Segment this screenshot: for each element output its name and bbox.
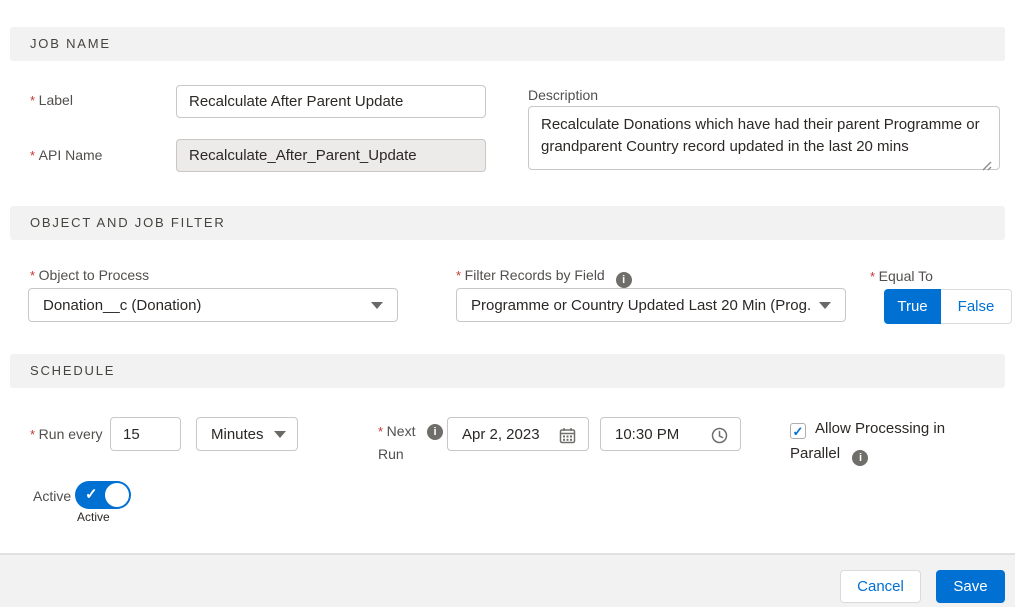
job-config-form: JOB NAME Label API Name Description Reca…: [0, 0, 1015, 607]
filter-records-value: Programme or Country Updated Last 20 Min…: [471, 297, 811, 314]
info-icon[interactable]: i: [852, 450, 868, 466]
equal-to-false-button[interactable]: False: [941, 289, 1012, 324]
object-to-process-label: Object to Process: [30, 267, 149, 283]
filter-records-label-text: Filter Records by Field: [465, 267, 605, 283]
clock-icon[interactable]: [711, 426, 728, 444]
next-run-date-input[interactable]: Apr 2, 2023: [447, 417, 589, 451]
active-toggle-state-label: Active: [77, 510, 110, 524]
info-icon[interactable]: i: [616, 272, 632, 288]
chevron-down-icon: [819, 302, 831, 309]
equal-to-label: Equal To: [870, 268, 933, 284]
api-name-input: [176, 139, 486, 172]
description-textarea[interactable]: Recalculate Donations which have had the…: [528, 106, 1000, 170]
allow-parallel-field: ✓Allow Processing in Parallel i: [790, 416, 970, 466]
chevron-down-icon: [274, 431, 286, 438]
footer-bar: Cancel Save: [0, 553, 1015, 607]
save-button[interactable]: Save: [936, 570, 1005, 603]
equal-to-toggle-group: True False: [884, 289, 1012, 324]
label-input[interactable]: [176, 85, 486, 118]
info-icon[interactable]: i: [427, 424, 443, 440]
section-header-job-name: JOB NAME: [10, 27, 1005, 61]
object-to-process-combobox[interactable]: Donation__c (Donation): [28, 288, 398, 322]
next-run-time-input[interactable]: 10:30 PM: [600, 417, 741, 451]
description-field-label: Description: [528, 87, 598, 103]
api-name-field-label: API Name: [30, 147, 102, 163]
allow-parallel-checkbox[interactable]: ✓: [790, 423, 806, 439]
run-every-label: Run every: [30, 426, 102, 442]
equal-to-true-button[interactable]: True: [884, 289, 941, 324]
run-every-unit-value: Minutes: [211, 426, 264, 443]
filter-records-label: Filter Records by Field i: [456, 267, 632, 288]
filter-records-combobox[interactable]: Programme or Country Updated Last 20 Min…: [456, 288, 846, 322]
run-every-unit-select[interactable]: Minutes: [196, 417, 298, 451]
active-label: Active: [33, 488, 71, 504]
toggle-knob: [105, 483, 129, 507]
next-run-time-value: 10:30 PM: [615, 426, 679, 443]
next-run-label: Next Run: [378, 420, 424, 466]
active-toggle[interactable]: ✓: [75, 481, 131, 509]
object-to-process-value: Donation__c (Donation): [43, 297, 201, 314]
section-header-schedule: SCHEDULE: [10, 354, 1005, 388]
section-header-object-and-job-filter: OBJECT AND JOB FILTER: [10, 206, 1005, 240]
next-run-date-value: Apr 2, 2023: [462, 426, 540, 443]
run-every-input[interactable]: [110, 417, 181, 451]
chevron-down-icon: [371, 302, 383, 309]
cancel-button[interactable]: Cancel: [840, 570, 921, 603]
calendar-icon[interactable]: [559, 426, 576, 444]
check-icon: ✓: [85, 485, 98, 503]
label-field-label: Label: [30, 92, 73, 108]
